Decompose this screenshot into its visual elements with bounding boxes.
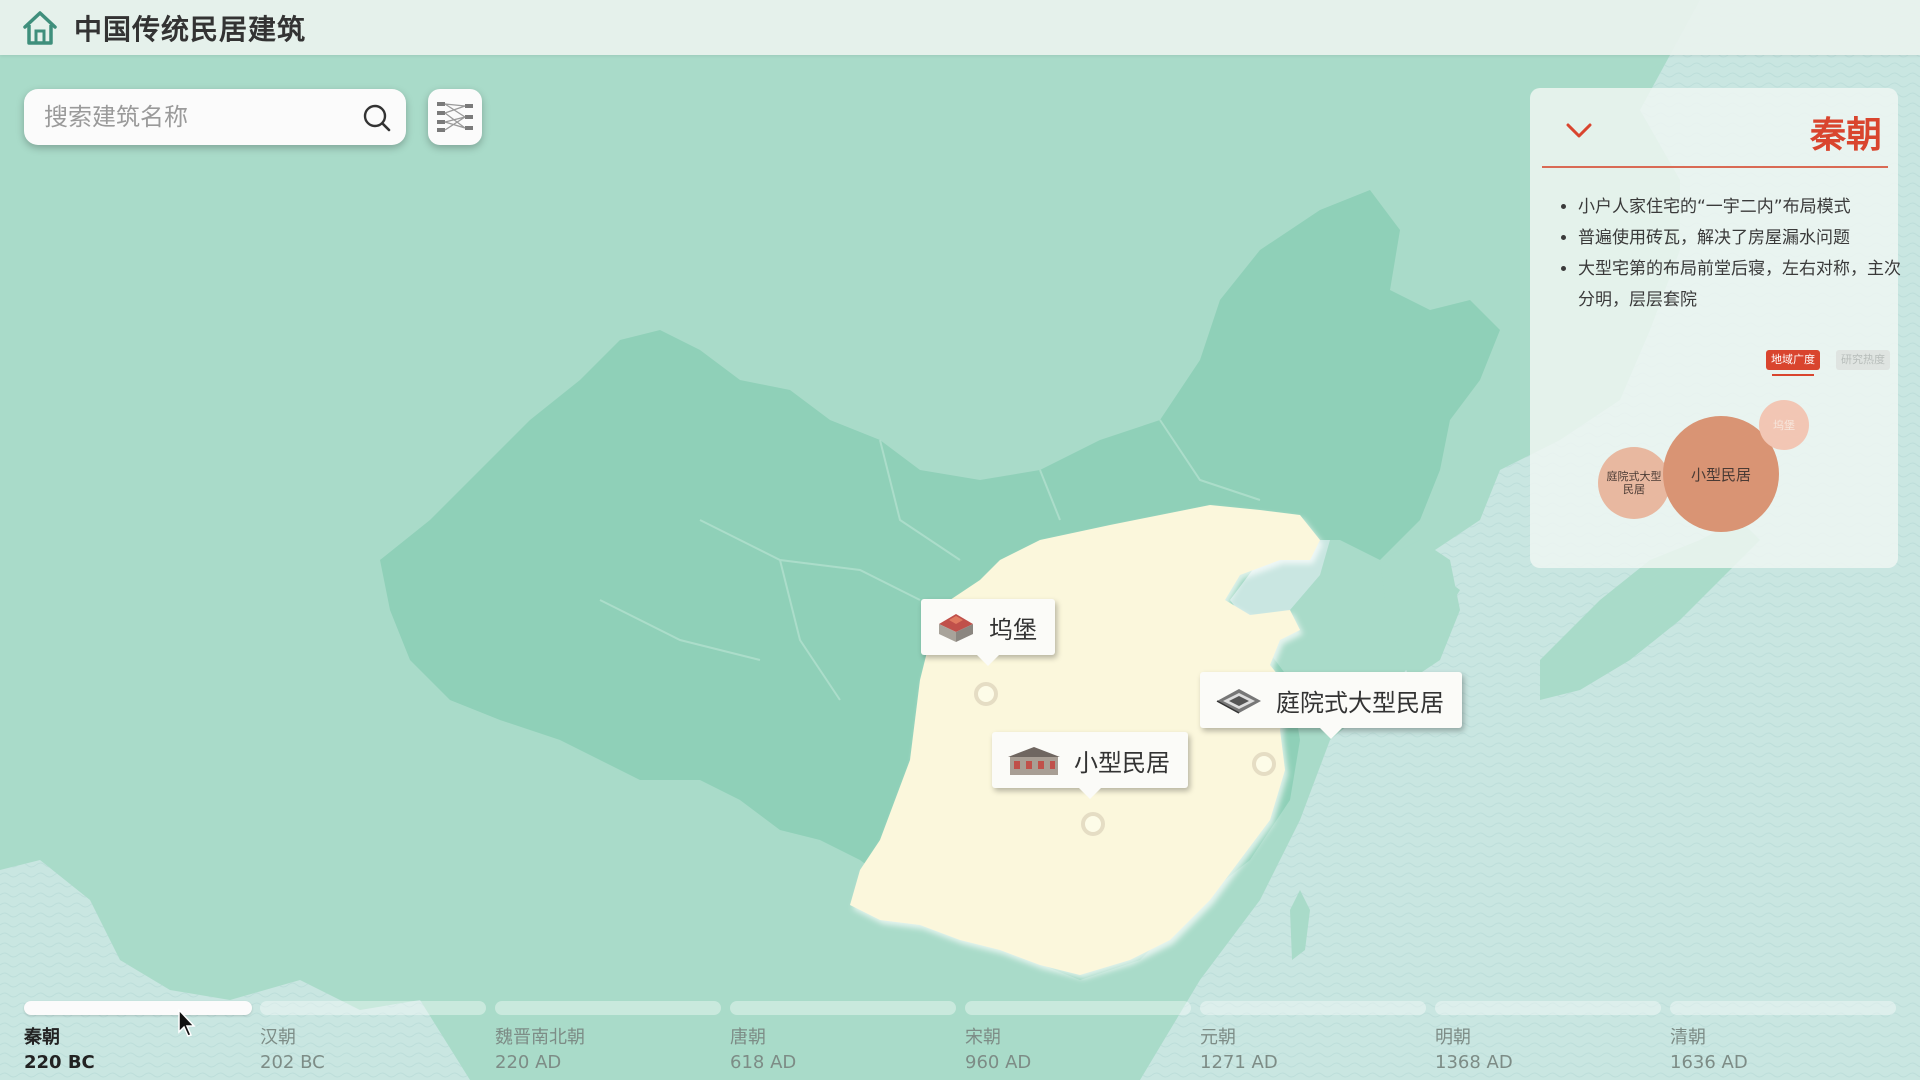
mouse-cursor-icon — [178, 1008, 196, 1037]
panel-divider — [1542, 166, 1888, 168]
map-marker-courtyard-house[interactable]: 庭院式大型民居 — [1200, 672, 1462, 739]
marker-point-courtyard-house[interactable] — [1252, 752, 1276, 776]
marker-label: 坞堡 — [989, 615, 1037, 644]
dynasty-title: 秦朝 — [1809, 115, 1882, 156]
marker-label: 庭院式大型民居 — [1276, 688, 1444, 717]
feature-item: 小户人家住宅的“一宇二内”布局模式 — [1578, 192, 1908, 223]
timeline-label-song[interactable]: 宋朝 960 AD — [965, 1025, 1031, 1075]
timeline-segment-qing[interactable] — [1670, 1001, 1896, 1015]
search-input[interactable] — [42, 102, 346, 132]
timeline-label-qing[interactable]: 清朝 1636 AD — [1670, 1025, 1748, 1075]
marker-label: 小型民居 — [1074, 748, 1170, 777]
feature-item: 大型宅第的布局前堂后寝，左右对称，主次分明，层层套院 — [1578, 254, 1908, 316]
dynasty-info-panel: 秦朝 小户人家住宅的“一宇二内”布局模式 普遍使用砖瓦，解决了房屋漏水问题 大型… — [1530, 88, 1901, 568]
search-icon[interactable] — [362, 103, 392, 133]
small-house-icon — [1008, 747, 1060, 775]
timeline-label-tang[interactable]: 唐朝 618 AD — [730, 1025, 796, 1075]
bubble-courtyard-house[interactable]: 庭院式大型民居 — [1598, 447, 1670, 519]
timeline-segment-qin[interactable] — [24, 1001, 252, 1015]
feature-item: 普遍使用砖瓦，解决了房屋漏水问题 — [1578, 223, 1908, 254]
timeline-label-yuan[interactable]: 元朝 1271 AD — [1200, 1025, 1278, 1075]
search-bar[interactable] — [24, 89, 406, 145]
network-filter-icon — [437, 102, 473, 132]
timeline-label-ming[interactable]: 明朝 1368 AD — [1435, 1025, 1513, 1075]
timeline-label-han[interactable]: 汉朝 202 BC — [260, 1025, 325, 1075]
courtyard-house-icon — [1216, 689, 1261, 714]
timeline-segment-tang[interactable] — [730, 1001, 956, 1015]
home-icon[interactable] — [20, 8, 60, 48]
timeline-label-weijin[interactable]: 魏晋南北朝 220 AD — [495, 1025, 585, 1075]
tab-region-breadth[interactable]: 地域广度 — [1766, 350, 1820, 376]
timeline-label-qin[interactable]: 秦朝 220 BC — [24, 1025, 95, 1075]
map-marker-wubao[interactable]: 坞堡 — [921, 599, 1055, 666]
timeline-segment-weijin[interactable] — [495, 1001, 721, 1015]
app-header: 中国传统民居建筑 — [0, 0, 1920, 55]
chevron-down-icon[interactable] — [1564, 118, 1594, 142]
marker-point-wubao[interactable] — [974, 682, 998, 706]
fortress-building-icon — [939, 614, 973, 642]
map-marker-small-house[interactable]: 小型民居 — [992, 732, 1188, 799]
network-filter-button[interactable] — [428, 89, 482, 145]
dynasty-features-list: 小户人家住宅的“一宇二内”布局模式 普遍使用砖瓦，解决了房屋漏水问题 大型宅第的… — [1560, 192, 1908, 316]
marker-point-small-house[interactable] — [1081, 812, 1105, 836]
tab-research-heat[interactable]: 研究热度 — [1836, 350, 1890, 370]
timeline-segment-ming[interactable] — [1435, 1001, 1661, 1015]
bubble-wubao[interactable]: 坞堡 — [1759, 400, 1809, 450]
timeline-segment-song[interactable] — [965, 1001, 1191, 1015]
timeline-segment-han[interactable] — [260, 1001, 486, 1015]
timeline-segment-yuan[interactable] — [1200, 1001, 1426, 1015]
app-title: 中国传统民居建筑 — [74, 12, 307, 46]
